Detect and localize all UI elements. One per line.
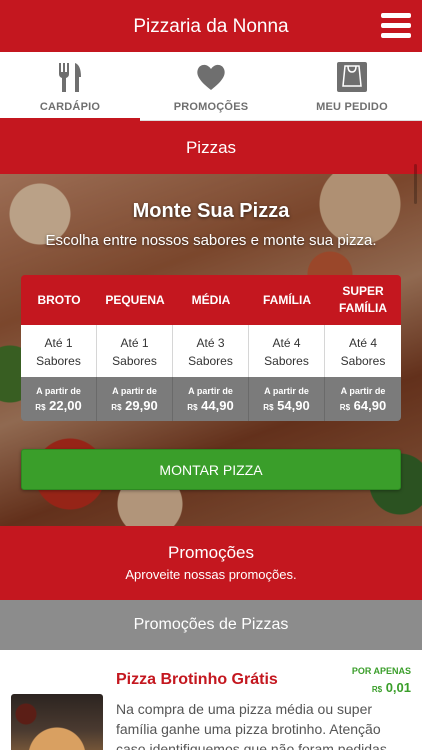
promotion-image xyxy=(11,694,103,750)
flavors-count: Até 4 xyxy=(348,336,378,350)
price-from-label: A partir de xyxy=(188,386,233,396)
tab-promocoes[interactable]: PROMOÇÕES xyxy=(141,52,281,121)
size-option-media[interactable]: MÉDIA Até 3 Sabores A partir de R$ 44,90 xyxy=(173,275,249,421)
price-value: 22,00 xyxy=(49,398,82,413)
size-option-pequena[interactable]: PEQUENA Até 1 Sabores A partir de R$ 29,… xyxy=(97,275,173,421)
size-flavors: Até 4 Sabores xyxy=(249,325,325,377)
tab-label: MEU PEDIDO xyxy=(316,101,388,113)
tab-label: PROMOÇÕES xyxy=(173,101,249,113)
price-value: 29,90 xyxy=(125,398,158,413)
fork-knife-icon xyxy=(59,63,81,92)
tab-meu-pedido[interactable]: MEU PEDIDO xyxy=(282,52,422,121)
flavors-count: Até 1 xyxy=(44,336,73,350)
tab-label: CARDÁPIO xyxy=(39,101,101,113)
flavors-count: Até 1 xyxy=(120,336,149,350)
size-price: A partir de R$ 22,00 xyxy=(21,377,97,421)
heart-icon xyxy=(197,64,225,90)
price-amount: R$ 54,90 xyxy=(249,398,324,413)
shopping-bag-icon xyxy=(337,62,367,92)
size-name: PEQUENA xyxy=(97,275,173,325)
promotions-title: Promoções xyxy=(168,543,254,562)
size-option-familia[interactable]: FAMÍLIA Até 4 Sabores A partir de R$ 54,… xyxy=(249,275,325,421)
pizzas-section-title: Pizzas xyxy=(0,121,422,174)
size-name-line2: FAMÍLIA xyxy=(339,301,387,315)
size-name: SUPER FAMÍLIA xyxy=(325,275,401,325)
size-flavors: Até 1 Sabores xyxy=(21,325,97,377)
flavors-label: Sabores xyxy=(112,354,157,368)
price-from-label: A partir de xyxy=(264,386,309,396)
build-pizza-panel: Monte Sua Pizza Escolha entre nossos sab… xyxy=(0,174,422,526)
price-value: 44,90 xyxy=(201,398,234,413)
build-pizza-subtitle: Escolha entre nossos sabores e monte sua… xyxy=(45,232,377,249)
app-title: Pizzaria da Nonna xyxy=(133,16,289,37)
promotion-item[interactable]: Pizza Brotinho Grátis POR APENAS R$ 0,01… xyxy=(0,650,422,750)
promotion-name: Pizza Brotinho Grátis xyxy=(116,671,278,688)
flavors-label: Sabores xyxy=(264,354,309,368)
price-amount: R$ 44,90 xyxy=(173,398,248,413)
size-price: A partir de R$ 44,90 xyxy=(173,377,249,421)
promotion-price-tag: POR APENAS xyxy=(351,666,411,676)
hamburger-menu-icon[interactable] xyxy=(381,13,411,38)
price-amount: R$ 64,90 xyxy=(325,398,401,413)
flavors-label: Sabores xyxy=(36,354,81,368)
pizza-size-table: BROTO Até 1 Sabores A partir de R$ 22,00… xyxy=(21,275,401,421)
currency-symbol: R$ xyxy=(263,403,274,412)
size-flavors: Até 1 Sabores xyxy=(97,325,173,377)
promotion-description: Na compra de uma pizza média ou super fa… xyxy=(116,701,387,750)
size-price: A partir de R$ 64,90 xyxy=(325,377,401,421)
size-price: A partir de R$ 29,90 xyxy=(97,377,173,421)
promotions-category-title: Promoções de Pizzas xyxy=(0,600,422,650)
size-flavors: Até 3 Sabores xyxy=(173,325,249,377)
promotions-subtitle: Aproveite nossas promoções. xyxy=(125,567,297,582)
flavors-label: Sabores xyxy=(340,354,386,368)
promotion-price: R$ 0,01 xyxy=(372,680,411,695)
currency-symbol: R$ xyxy=(111,403,122,412)
size-option-broto[interactable]: BROTO Até 1 Sabores A partir de R$ 22,00 xyxy=(21,275,97,421)
size-name: BROTO xyxy=(21,275,97,325)
price-value: 54,90 xyxy=(277,398,310,413)
build-pizza-title: Monte Sua Pizza xyxy=(132,200,290,222)
size-option-super-familia[interactable]: SUPER FAMÍLIA Até 4 Sabores A partir de … xyxy=(325,275,401,421)
tab-bar: CARDÁPIO PROMOÇÕES MEU PEDIDO xyxy=(0,52,422,121)
price-amount: R$ 22,00 xyxy=(21,398,96,413)
size-price: A partir de R$ 54,90 xyxy=(249,377,325,421)
flavors-count: Até 4 xyxy=(272,336,301,350)
flavors-count: Até 3 xyxy=(196,336,225,350)
currency-symbol: R$ xyxy=(35,403,46,412)
currency-symbol: R$ xyxy=(187,403,198,412)
top-app-bar: Pizzaria da Nonna xyxy=(0,0,422,52)
price-value: 0,01 xyxy=(385,680,411,695)
price-value: 64,90 xyxy=(353,398,387,413)
size-name: MÉDIA xyxy=(173,275,249,325)
build-pizza-button[interactable]: MONTAR PIZZA xyxy=(21,449,401,490)
size-name-line1: SUPER xyxy=(342,284,384,298)
currency-symbol: R$ xyxy=(371,685,383,694)
price-amount: R$ 29,90 xyxy=(97,398,172,413)
promotions-header: Promoções Aproveite nossas promoções. xyxy=(0,526,422,600)
size-flavors: Até 4 Sabores xyxy=(325,325,401,377)
tab-cardapio[interactable]: CARDÁPIO xyxy=(0,52,140,121)
size-name: FAMÍLIA xyxy=(249,275,325,325)
flavors-label: Sabores xyxy=(188,354,233,368)
price-from-label: A partir de xyxy=(112,386,157,396)
price-from-label: A partir de xyxy=(340,386,386,396)
currency-symbol: R$ xyxy=(339,403,351,412)
price-from-label: A partir de xyxy=(36,386,81,396)
